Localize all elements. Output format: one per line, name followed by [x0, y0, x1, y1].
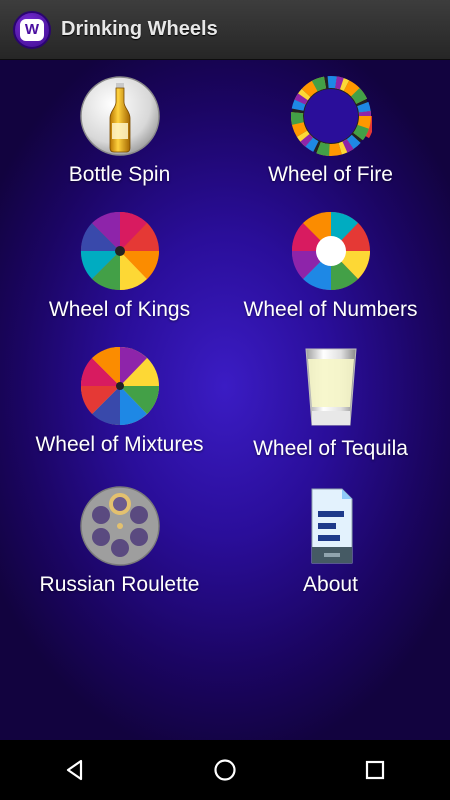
revolver-cylinder-icon [79, 486, 160, 566]
menu-item-label: Wheel of Kings [48, 298, 191, 321]
menu-item-label: About [303, 573, 358, 596]
menu-item-label: Wheel of Numbers [243, 298, 418, 321]
navigation-bar [0, 740, 450, 800]
app-title: Drinking Wheels [61, 18, 218, 40]
menu-item-about[interactable]: About [218, 485, 443, 620]
menu-item-wheel-of-fire[interactable]: Wheel of Fire [218, 75, 443, 210]
back-button[interactable] [45, 740, 105, 800]
numbers-wheel-icon [291, 211, 370, 291]
menu-item-label: Wheel of Fire [268, 163, 393, 186]
recents-button[interactable] [345, 740, 405, 800]
app-logo-icon: W [13, 10, 51, 49]
kings-wheel-icon [80, 211, 159, 291]
menu-item-bottle-spin[interactable]: Bottle Spin [7, 75, 232, 210]
home-button[interactable] [195, 740, 255, 800]
home-icon [214, 759, 236, 781]
fire-wheel-icon [289, 75, 372, 157]
beer-bottle-icon [79, 76, 160, 156]
menu-item-label: Bottle Spin [68, 163, 171, 186]
menu-item-wheel-of-tequila[interactable]: Wheel of Tequila [218, 345, 443, 480]
app-bar: W Drinking Wheels [0, 0, 450, 60]
menu-item-label: Russian Roulette [39, 573, 200, 596]
main-menu: Bottle Spin Wheel of Fire Wheel of Kings… [0, 60, 450, 740]
menu-item-label: Wheel of Mixtures [35, 433, 204, 456]
menu-item-wheel-of-mixtures[interactable]: Wheel of Mixtures [7, 345, 232, 480]
menu-item-russian-roulette[interactable]: Russian Roulette [7, 485, 232, 620]
menu-item-label: Wheel of Tequila [253, 437, 408, 460]
back-icon [66, 759, 83, 781]
menu-item-wheel-of-numbers[interactable]: Wheel of Numbers [218, 210, 443, 345]
menu-item-wheel-of-kings[interactable]: Wheel of Kings [7, 210, 232, 345]
recents-icon [365, 760, 385, 780]
mixtures-wheel-icon [80, 346, 159, 426]
shot-glass-icon [304, 348, 357, 426]
document-icon [311, 488, 352, 564]
